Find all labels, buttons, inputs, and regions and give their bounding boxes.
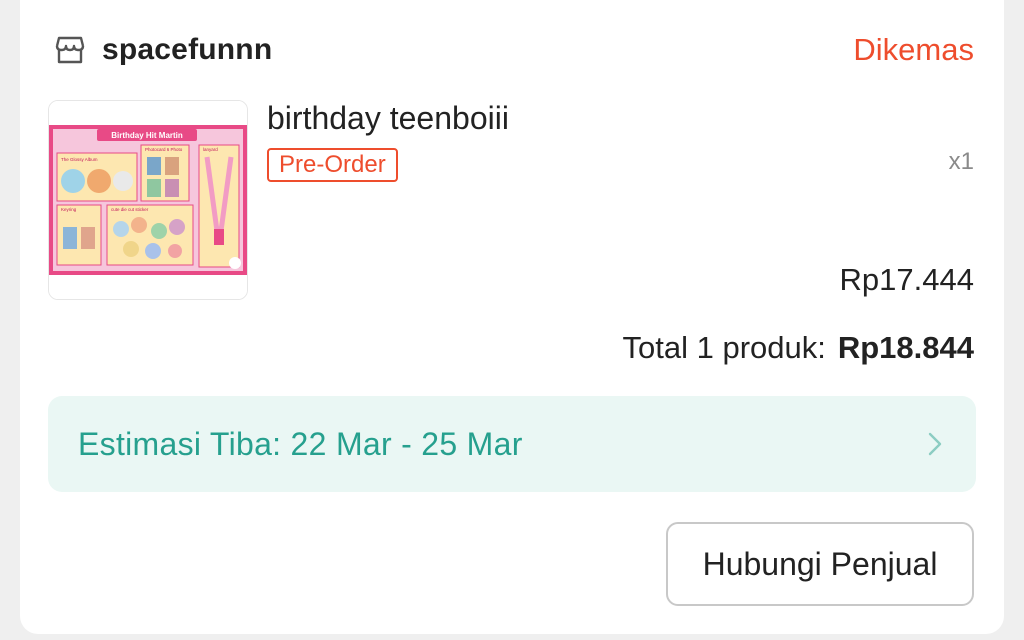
thumbnail-label-lanyard: lanyard (203, 147, 218, 152)
preorder-badge: Pre-Order (267, 148, 398, 182)
delivery-estimate[interactable]: Estimasi Tiba: 22 Mar - 25 Mar (48, 396, 976, 492)
chevron-right-icon (924, 432, 946, 456)
total-value: Rp18.844 (837, 330, 974, 365)
contact-seller-button[interactable]: Hubungi Penjual (666, 522, 974, 606)
shop-name[interactable]: spacefunnn (102, 33, 272, 67)
thumbnail-label-stickers: cute die cut sticker (111, 207, 149, 212)
thumbnail-label-keyring: Keyring (61, 207, 77, 212)
delivery-estimate-text: Estimasi Tiba: 22 Mar - 25 Mar (78, 425, 523, 462)
order-status: Dikemas (853, 32, 974, 67)
product-quantity: x1 (948, 148, 974, 175)
product-thumbnail[interactable]: Birthday Hit Martin The Glossy Album Pho… (48, 100, 248, 300)
store-icon (52, 32, 88, 68)
order-total: Total 1 produk: Rp18.844 (623, 330, 975, 366)
thumbnail-banner: Birthday Hit Martin (111, 131, 183, 140)
thumbnail-label-album: The Glossy Album (61, 157, 98, 162)
total-label: Total 1 produk: (622, 330, 826, 365)
product-title[interactable]: birthday teenboiii (267, 100, 509, 137)
shop-header[interactable]: spacefunnn (52, 26, 272, 74)
product-price: Rp17.444 (839, 262, 974, 297)
order-card[interactable]: spacefunnn Dikemas Birthday Hit Martin T… (20, 0, 1004, 634)
thumbnail-label-photocard: Photocard 6 Photo (145, 147, 183, 152)
